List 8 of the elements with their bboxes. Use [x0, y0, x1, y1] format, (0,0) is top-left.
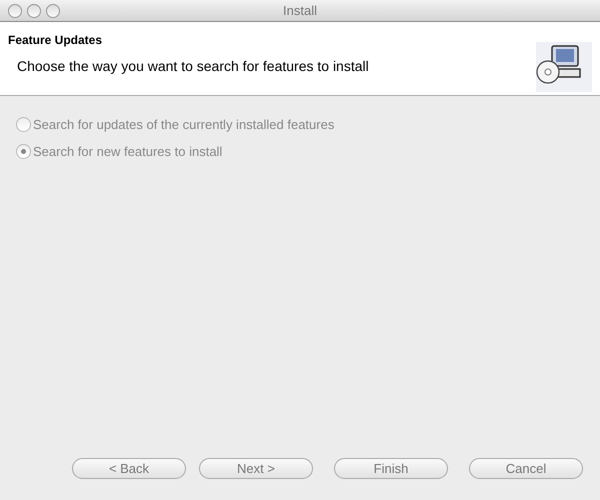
page-title: Feature Updates [8, 32, 104, 49]
window-title: Install [283, 2, 317, 20]
zoom-button[interactable] [46, 4, 60, 18]
option-label: Search for updates of the currently installed features [33, 116, 334, 134]
page-description: Choose the way you want to search for features to install [17, 57, 369, 76]
close-button[interactable] [8, 4, 22, 18]
minimize-button[interactable] [27, 4, 41, 18]
option-label: Search for new features to install [33, 142, 222, 160]
